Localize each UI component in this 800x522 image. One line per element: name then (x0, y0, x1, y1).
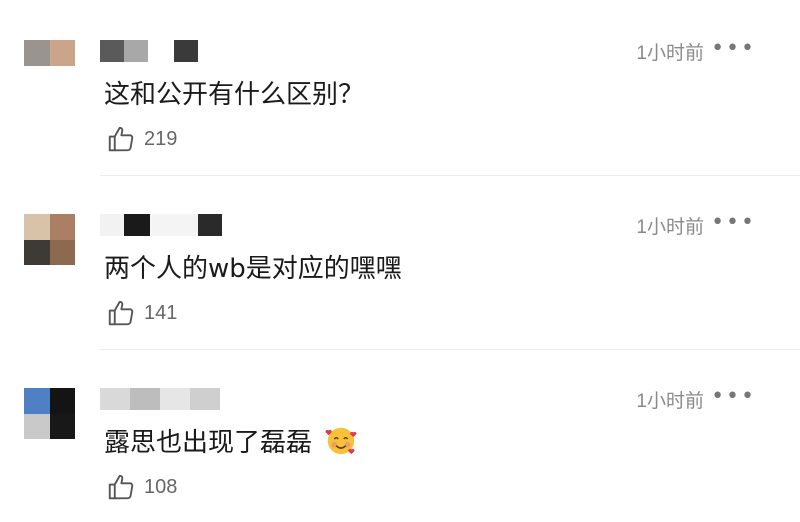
like-button[interactable]: 141 (106, 298, 177, 328)
comment-item: 1小时前 ••• 露思也出现了磊磊 108 (0, 348, 800, 522)
avatar-pixel (49, 214, 75, 240)
more-options-icon[interactable]: ••• (711, 212, 756, 234)
redaction-block (150, 214, 198, 236)
avatar[interactable] (24, 388, 75, 439)
like-count: 219 (144, 127, 178, 150)
like-button[interactable]: 108 (106, 472, 177, 502)
redaction-block (124, 40, 148, 62)
like-count: 108 (144, 475, 178, 498)
avatar-pixel (49, 239, 75, 265)
redaction-block (100, 214, 124, 236)
avatar-pixel (49, 388, 75, 414)
thumbs-up-icon (108, 126, 134, 152)
redaction-block (100, 388, 130, 410)
avatar-pixel (24, 413, 50, 439)
smiling-face-with-hearts-icon (325, 427, 357, 455)
more-options-icon[interactable]: ••• (711, 38, 756, 60)
redaction-block (124, 214, 150, 236)
comment-text: 露思也出现了磊磊 (104, 422, 358, 459)
avatar[interactable] (24, 40, 75, 66)
redaction-block (100, 40, 124, 62)
avatar-pixel (49, 40, 75, 66)
redaction-block (148, 40, 174, 62)
redaction-block (174, 40, 198, 62)
redaction-block (160, 388, 190, 410)
redaction-block (130, 388, 160, 410)
thumbs-up-icon (108, 474, 134, 500)
avatar-pixel (24, 214, 50, 240)
avatar[interactable] (24, 214, 75, 265)
username-redacted[interactable] (100, 40, 198, 64)
comment-time: 1小时前 (636, 43, 704, 64)
redaction-block (198, 214, 222, 236)
comment-item: 1小时前 ••• 这和公开有什么区别？ 219 (0, 0, 800, 176)
avatar-pixel (24, 388, 50, 414)
comment-item: 1小时前 ••• 两个人的wb是对应的嘿嘿 141 (0, 174, 800, 350)
username-redacted[interactable] (100, 388, 220, 412)
comment-text-content: 露思也出现了磊磊 (104, 428, 313, 458)
comment-text: 两个人的wb是对应的嘿嘿 (104, 254, 402, 284)
like-button[interactable]: 219 (106, 124, 177, 154)
comment-text: 这和公开有什么区别？ (104, 80, 365, 110)
avatar-pixel (24, 40, 50, 66)
avatar-pixel (24, 239, 50, 265)
more-options-icon[interactable]: ••• (711, 386, 756, 408)
avatar-pixel (49, 413, 75, 439)
username-redacted[interactable] (100, 214, 222, 238)
comment-time: 1小时前 (636, 217, 704, 238)
redaction-block (190, 388, 220, 410)
comment-time: 1小时前 (636, 391, 704, 412)
thumbs-up-icon (108, 300, 134, 326)
like-count: 141 (144, 301, 178, 324)
